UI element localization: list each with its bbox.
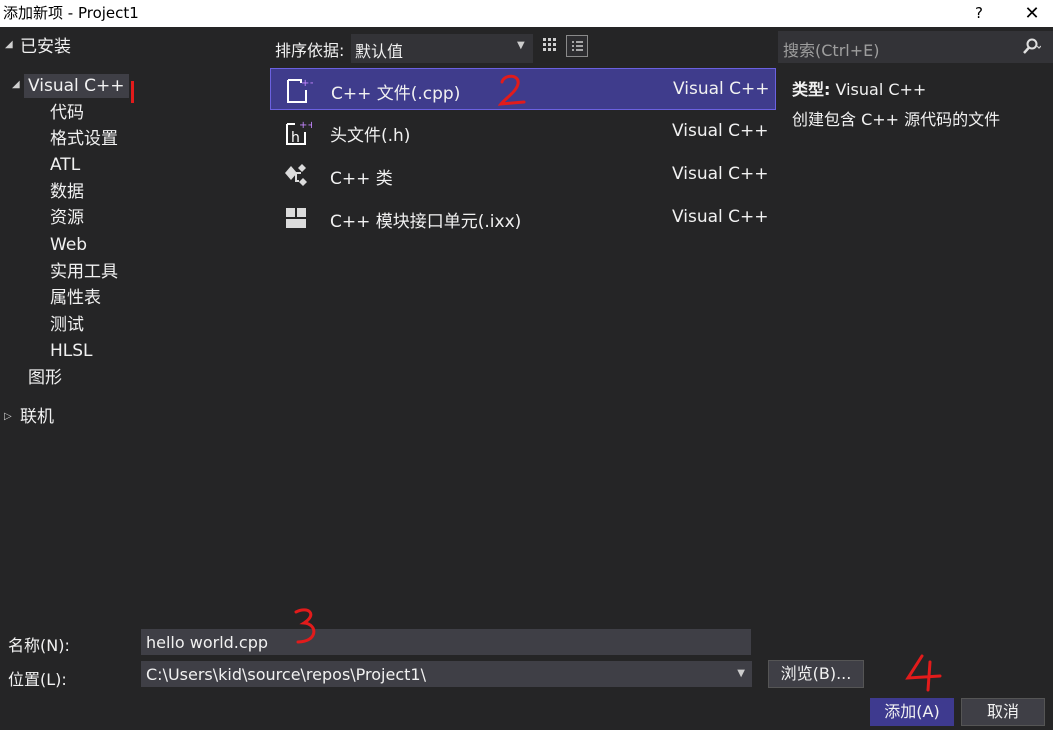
add-button[interactable]: 添加(A): [870, 698, 954, 726]
annotation-marker-1: [131, 81, 134, 103]
form-area: 名称(N): hello world.cpp 位置(L): C:\Users\k…: [0, 622, 1053, 730]
svg-text:++: ++: [299, 120, 312, 131]
type-label: 类型:: [792, 80, 831, 99]
name-label: 名称(N):: [8, 636, 70, 655]
sort-dropdown[interactable]: 默认值 ▼: [351, 34, 533, 63]
browse-button[interactable]: 浏览(B)...: [768, 660, 864, 688]
template-name: C++ 类: [330, 169, 393, 189]
template-language: Visual C++: [672, 164, 769, 184]
search-input[interactable]: 搜索(Ctrl+E): [783, 37, 879, 61]
tree-node-resources[interactable]: 资源: [50, 206, 84, 230]
template-language: Visual C++: [673, 79, 770, 99]
list-view-button[interactable]: [566, 35, 588, 57]
module-interface-icon: [286, 208, 306, 228]
location-value: C:\Users\kid\source\repos\Project1\: [146, 665, 426, 684]
location-label: 位置(L):: [8, 670, 67, 689]
template-language: Visual C++: [672, 121, 769, 141]
expanded-arrow-icon[interactable]: ◢: [5, 39, 13, 50]
type-value: Visual C++: [835, 80, 927, 99]
chevron-down-icon: ▼: [517, 40, 525, 51]
header-file-icon: h ++: [286, 120, 312, 146]
list-view-icon: [572, 41, 583, 51]
tree-node-visual-cpp[interactable]: Visual C++: [24, 74, 129, 98]
template-description: 创建包含 C++ 源代码的文件: [792, 110, 1001, 129]
name-value: hello world.cpp: [146, 633, 268, 652]
tree-node-online[interactable]: 联机: [20, 405, 54, 429]
template-language: Visual C++: [672, 207, 769, 227]
sort-label: 排序依据:: [275, 41, 345, 60]
annotation-marker-4: [905, 654, 942, 692]
tree-node-formatting[interactable]: 格式设置: [50, 127, 118, 151]
svg-text:h: h: [291, 130, 300, 146]
help-button[interactable]: ?: [975, 0, 983, 27]
chevron-down-icon: ▼: [737, 668, 745, 679]
cpp-file-icon: ++: [287, 78, 313, 103]
category-tree: ◢ 已安装 ◢ Visual C++ 代码 格式设置 ATL 数据 资源 Web…: [0, 31, 265, 621]
tree-node-utility[interactable]: 实用工具: [50, 260, 118, 284]
grid-view-icon[interactable]: [542, 37, 558, 53]
tree-node-installed[interactable]: 已安装: [20, 35, 71, 59]
tree-node-code[interactable]: 代码: [50, 101, 84, 125]
template-item-cpp-class[interactable]: C++ 类 Visual C++: [270, 154, 776, 196]
template-item-header-file[interactable]: h ++ 头文件(.h) Visual C++: [270, 111, 776, 153]
tree-node-graphics[interactable]: 图形: [28, 366, 62, 390]
search-box[interactable]: 搜索(Ctrl+E): [778, 31, 1053, 63]
close-button[interactable]: ✕: [1020, 0, 1044, 27]
template-name: C++ 模块接口单元(.ixx): [330, 212, 522, 232]
title-bar: 添加新项 - Project1 ? ✕: [0, 0, 1053, 27]
svg-text:++: ++: [301, 78, 313, 89]
tree-node-atl[interactable]: ATL: [50, 153, 80, 177]
tree-node-web[interactable]: Web: [50, 233, 87, 257]
tree-node-property-sheets[interactable]: 属性表: [50, 286, 101, 310]
name-field[interactable]: hello world.cpp: [141, 629, 751, 655]
type-line: 类型: Visual C++: [792, 76, 926, 100]
details-panel: 类型: Visual C++ 创建包含 C++ 源代码的文件: [778, 66, 1053, 621]
template-list: ++ C++ 文件(.cpp) Visual C++ h ++ 头文件(.h) …: [270, 66, 776, 621]
location-dropdown[interactable]: C:\Users\kid\source\repos\Project1\ ▼: [141, 661, 752, 687]
template-name: C++ 文件(.cpp): [331, 84, 461, 104]
tree-node-data[interactable]: 数据: [50, 180, 84, 204]
template-name: 头文件(.h): [330, 126, 411, 146]
sort-value: 默认值: [355, 42, 404, 61]
collapsed-arrow-icon[interactable]: ▷: [4, 411, 12, 422]
annotation-marker-2: [498, 74, 526, 106]
sort-bar: 排序依据: 默认值 ▼: [270, 31, 776, 63]
search-icon[interactable]: [1021, 38, 1041, 56]
annotation-marker-3: [294, 608, 316, 644]
tree-node-hlsl[interactable]: HLSL: [50, 339, 93, 363]
cpp-class-icon: [285, 164, 307, 186]
tree-node-test[interactable]: 测试: [50, 313, 84, 337]
window-title: 添加新项 - Project1: [3, 4, 139, 22]
template-item-module-interface[interactable]: C++ 模块接口单元(.ixx) Visual C++: [270, 197, 776, 239]
expanded-arrow-icon[interactable]: ◢: [12, 79, 20, 90]
cancel-button[interactable]: 取消: [961, 698, 1045, 726]
